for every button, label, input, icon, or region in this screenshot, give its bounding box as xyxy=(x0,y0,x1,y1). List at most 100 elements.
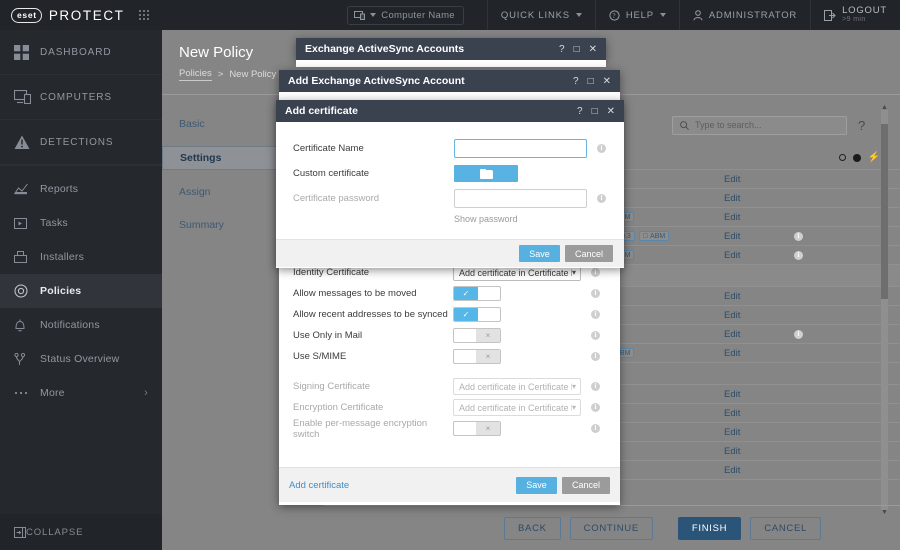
bolt-icon[interactable]: ⚡ xyxy=(868,152,880,163)
dialog-title-bar[interactable]: Add Exchange ActiveSync Account ? □ ✕ xyxy=(279,70,620,92)
quick-links-menu[interactable]: QUICK LINKS xyxy=(486,0,595,30)
administrator-menu[interactable]: ADMINISTRATOR xyxy=(678,0,810,30)
dialog-title-bar[interactable]: Add certificate ? □ ✕ xyxy=(276,100,624,122)
cancel-button[interactable]: Cancel xyxy=(561,476,610,494)
row-edit-link[interactable]: Edit xyxy=(724,212,784,223)
signing-certificate-select[interactable]: Add certificate in Certificate list ▾ xyxy=(453,378,581,395)
computer-name-selector[interactable]: Computer Name xyxy=(334,0,487,30)
row-edit-link[interactable]: Edit xyxy=(724,465,784,476)
browse-certificate-button[interactable] xyxy=(454,165,518,182)
field-label: Certificate Name xyxy=(293,143,364,154)
scroll-up-arrow-icon[interactable]: ▲ xyxy=(881,104,888,111)
dialog-title: Add certificate xyxy=(285,105,358,117)
dialog-add-certificate: Add certificate ? □ ✕ Certificate Name i… xyxy=(276,100,624,268)
info-icon[interactable]: i xyxy=(794,231,803,241)
info-icon[interactable]: i xyxy=(591,289,600,298)
sidebar-item-label: Reports xyxy=(40,183,79,195)
row-edit-link[interactable]: Edit xyxy=(724,329,784,340)
ellipsis-icon xyxy=(14,391,40,395)
sidebar-item-installers[interactable]: Installers xyxy=(0,240,162,274)
circle-outline-icon[interactable] xyxy=(838,154,846,161)
info-icon[interactable]: i xyxy=(794,329,803,339)
row-edit-link[interactable]: Edit xyxy=(724,446,784,457)
row-edit-link[interactable]: Edit xyxy=(724,174,784,185)
row-edit-link[interactable]: Edit xyxy=(724,193,784,204)
sidebar-item-more[interactable]: More › xyxy=(0,376,162,410)
add-certificate-link[interactable]: Add certificate xyxy=(289,480,349,491)
allow-recent-addresses-toggle[interactable]: ✓ xyxy=(453,307,501,322)
circle-filled-icon[interactable] xyxy=(852,153,861,162)
sidebar-item-reports[interactable]: Reports xyxy=(0,172,162,206)
row-edit-link[interactable]: Edit xyxy=(724,348,784,359)
row-edit-link[interactable]: Edit xyxy=(724,310,784,321)
sidebar-item-tasks[interactable]: Tasks xyxy=(0,206,162,240)
dialog-help-icon[interactable]: ? xyxy=(573,76,579,87)
save-button[interactable]: Save xyxy=(515,476,557,494)
dialog-close-icon[interactable]: ✕ xyxy=(603,76,611,87)
search-input[interactable]: Type to search... xyxy=(672,115,847,135)
dialog-maximize-icon[interactable]: □ xyxy=(588,76,594,87)
continue-button[interactable]: CONTINUE xyxy=(569,516,653,540)
save-button[interactable]: Save xyxy=(518,245,560,262)
sidebar-item-policies[interactable]: Policies xyxy=(0,274,162,308)
panel-help-icon[interactable]: ? xyxy=(858,118,865,133)
per-message-encryption-toggle[interactable]: × xyxy=(453,421,501,436)
row-edit-link[interactable]: Edit xyxy=(724,291,784,302)
brand-logo[interactable]: eset PROTECT xyxy=(11,7,125,23)
row-edit-link[interactable]: Edit xyxy=(724,231,784,242)
sidebar-item-status-overview[interactable]: Status Overview xyxy=(0,342,162,376)
warning-triangle-icon xyxy=(14,135,40,150)
allow-messages-moved-toggle[interactable]: ✓ xyxy=(453,286,501,301)
certificate-password-input[interactable] xyxy=(454,189,587,208)
sidebar-item-label: Installers xyxy=(40,251,85,263)
dialog-close-icon[interactable]: ✕ xyxy=(607,106,615,117)
back-button[interactable]: BACK xyxy=(504,516,561,540)
collapse-icon xyxy=(14,526,26,538)
sidebar-item-label: More xyxy=(40,387,65,399)
apps-grid-icon[interactable] xyxy=(138,9,150,21)
row-edit-link[interactable]: Edit xyxy=(724,408,784,419)
info-icon[interactable]: i xyxy=(597,144,606,153)
cancel-button[interactable]: CANCEL xyxy=(750,516,821,540)
logout-button[interactable]: LOGOUT >9 min xyxy=(810,0,900,30)
info-icon[interactable]: i xyxy=(591,310,600,319)
dialog-maximize-icon[interactable]: □ xyxy=(592,106,598,117)
row-edit-link[interactable]: Edit xyxy=(724,427,784,438)
sidebar-item-dashboard[interactable]: DASHBOARD xyxy=(0,30,162,75)
row-edit-link[interactable]: Edit xyxy=(724,389,784,400)
sidebar-item-computers[interactable]: COMPUTERS xyxy=(0,75,162,120)
sidebar-item-detections[interactable]: DETECTIONS xyxy=(0,120,162,165)
info-icon[interactable]: i xyxy=(591,382,600,391)
sidebar-collapse-button[interactable]: COLLAPSE xyxy=(0,514,162,550)
breadcrumb-policies[interactable]: Policies xyxy=(179,68,212,81)
select-value: Add certificate in Certificate list xyxy=(459,402,572,413)
use-smime-toggle[interactable]: × xyxy=(453,349,501,364)
info-icon[interactable]: i xyxy=(591,331,600,340)
field-signing-certificate: Signing Certificate Add certificate in C… xyxy=(279,376,620,397)
info-icon[interactable]: i xyxy=(591,403,600,412)
row-edit-link[interactable]: Edit xyxy=(724,250,784,261)
dialog-help-icon[interactable]: ? xyxy=(559,44,565,55)
show-password-link[interactable]: Show password xyxy=(454,214,624,224)
quick-links-label: QUICK LINKS xyxy=(500,9,570,21)
certificate-name-input[interactable] xyxy=(454,139,587,158)
info-icon[interactable]: i xyxy=(597,194,606,203)
info-icon[interactable]: i xyxy=(591,424,600,433)
info-icon[interactable]: i xyxy=(591,268,600,277)
help-menu[interactable]: ? HELP xyxy=(594,0,679,30)
scrollbar-thumb[interactable] xyxy=(881,124,888,299)
use-only-in-mail-toggle[interactable]: × xyxy=(453,328,501,343)
info-icon[interactable]: i xyxy=(591,352,600,361)
finish-button[interactable]: FINISH xyxy=(677,516,742,540)
encryption-certificate-select[interactable]: Add certificate in Certificate list ▾ xyxy=(453,399,581,416)
dialog-maximize-icon[interactable]: □ xyxy=(574,44,580,55)
app-root: eset PROTECT Computer Name QUICK LINKS ?… xyxy=(0,0,900,550)
info-icon[interactable]: i xyxy=(794,250,803,260)
dialog-title-bar[interactable]: Exchange ActiveSync Accounts ? □ ✕ xyxy=(296,38,606,60)
cancel-button[interactable]: Cancel xyxy=(564,245,613,262)
panel-scrollbar[interactable]: ▲ ▼ xyxy=(881,104,888,516)
sidebar-item-notifications[interactable]: Notifications xyxy=(0,308,162,342)
dialog-help-icon[interactable]: ? xyxy=(577,106,583,117)
wizard-step-label: Settings xyxy=(180,152,222,164)
dialog-close-icon[interactable]: ✕ xyxy=(589,44,597,55)
